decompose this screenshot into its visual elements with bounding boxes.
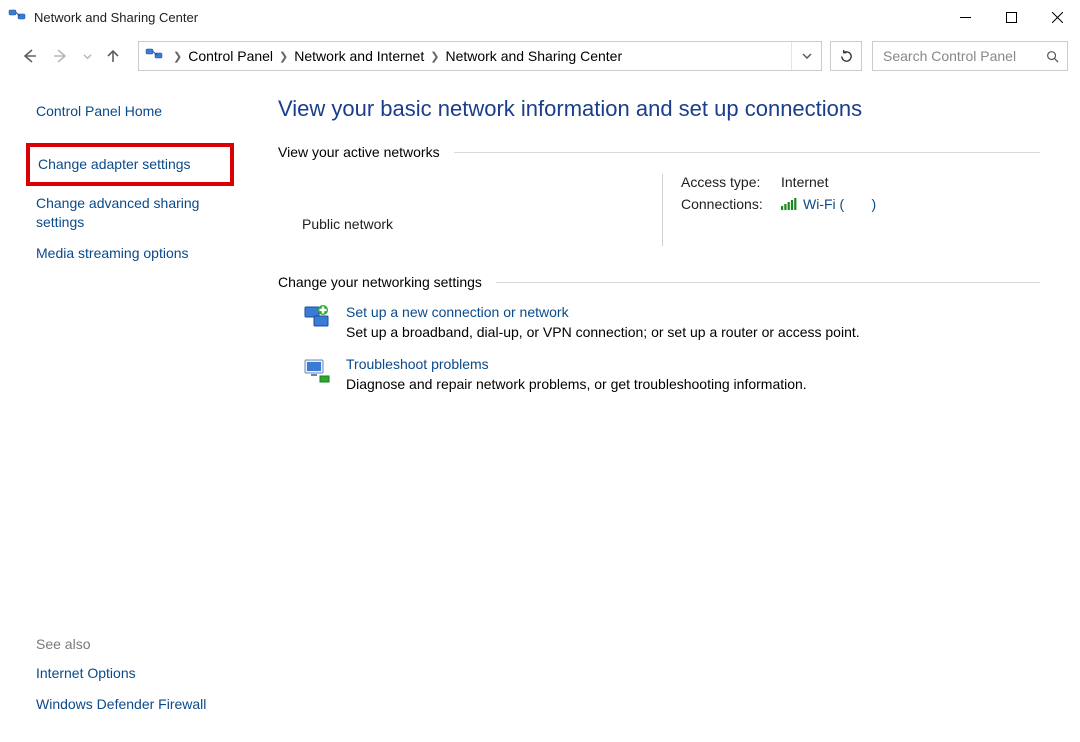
nav-bar: ❯ Control Panel ❯ Network and Internet ❯…	[0, 34, 1080, 78]
back-button[interactable]	[16, 43, 42, 69]
see-also-label: See also	[36, 636, 250, 652]
new-connection-icon	[302, 304, 332, 334]
sidebar: Control Panel Home Change adapter settin…	[0, 78, 260, 742]
action-troubleshoot[interactable]: Troubleshoot problems Diagnose and repai…	[302, 356, 1040, 392]
section-active-networks: View your active networks	[278, 144, 1040, 160]
action-new-connection[interactable]: Set up a new connection or network Set u…	[302, 304, 1040, 340]
action-troubleshoot-desc: Diagnose and repair network problems, or…	[346, 376, 807, 392]
connection-link[interactable]: Wi-Fi ( )	[803, 196, 876, 212]
sidebar-internet-options[interactable]: Internet Options	[36, 658, 250, 689]
sidebar-firewall[interactable]: Windows Defender Firewall	[36, 689, 250, 720]
search-placeholder: Search Control Panel	[883, 48, 1016, 64]
network-type: Public network	[302, 174, 662, 232]
chevron-right-icon[interactable]: ❯	[173, 50, 182, 63]
chevron-right-icon[interactable]: ❯	[279, 50, 288, 63]
sidebar-advanced-sharing[interactable]: Change advanced sharing settings	[36, 188, 250, 238]
section-active-label: View your active networks	[278, 144, 440, 160]
troubleshoot-icon	[302, 356, 332, 386]
section-change-settings: Change your networking settings	[278, 274, 1040, 290]
breadcrumb-network-sharing[interactable]: Network and Sharing Center	[445, 48, 622, 64]
minimize-button[interactable]	[942, 0, 988, 34]
action-troubleshoot-title: Troubleshoot problems	[346, 356, 807, 372]
divider	[454, 152, 1040, 153]
maximize-button[interactable]	[988, 0, 1034, 34]
search-input[interactable]: Search Control Panel	[872, 41, 1068, 71]
chevron-right-icon[interactable]: ❯	[430, 50, 439, 63]
action-new-connection-title: Set up a new connection or network	[346, 304, 860, 320]
address-bar[interactable]: ❯ Control Panel ❯ Network and Internet ❯…	[138, 41, 822, 71]
network-center-icon	[145, 47, 163, 65]
content-area: View your basic network information and …	[260, 78, 1080, 742]
wifi-signal-icon	[781, 198, 797, 210]
divider	[496, 282, 1040, 283]
sidebar-change-adapter[interactable]: Change adapter settings	[26, 143, 234, 186]
up-button[interactable]	[100, 43, 126, 69]
recent-dropdown[interactable]	[80, 43, 94, 69]
sidebar-home[interactable]: Control Panel Home	[36, 96, 250, 127]
section-change-label: Change your networking settings	[278, 274, 482, 290]
page-title: View your basic network information and …	[278, 96, 1040, 122]
breadcrumb-control-panel[interactable]: Control Panel	[188, 48, 273, 64]
network-center-icon	[8, 8, 26, 26]
sidebar-media-streaming[interactable]: Media streaming options	[36, 238, 250, 269]
access-type-value: Internet	[781, 174, 828, 190]
forward-button[interactable]	[48, 43, 74, 69]
close-button[interactable]	[1034, 0, 1080, 34]
action-new-connection-desc: Set up a broadband, dial-up, or VPN conn…	[346, 324, 860, 340]
refresh-button[interactable]	[830, 41, 862, 71]
connections-label: Connections:	[681, 196, 781, 212]
address-dropdown[interactable]	[791, 42, 821, 70]
vertical-divider	[662, 174, 663, 246]
window-title: Network and Sharing Center	[34, 10, 942, 25]
access-type-label: Access type:	[681, 174, 781, 190]
title-bar: Network and Sharing Center	[0, 0, 1080, 34]
search-icon	[1046, 50, 1059, 63]
breadcrumb-network-internet[interactable]: Network and Internet	[294, 48, 424, 64]
